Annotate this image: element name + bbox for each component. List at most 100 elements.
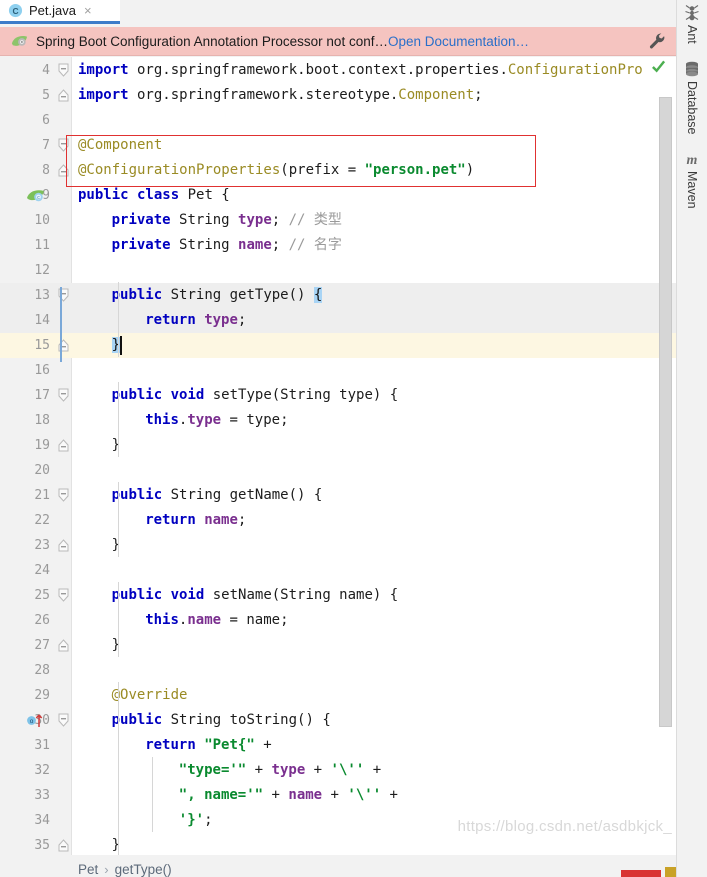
line-number[interactable]: 29 (0, 683, 50, 708)
line-number[interactable]: 22 (0, 508, 50, 533)
code-line[interactable]: 28 (0, 658, 676, 683)
code-line[interactable]: 5 import org.springframework.stereotype.C… (0, 83, 676, 108)
code-text[interactable]: @Override (112, 683, 188, 708)
code-text[interactable]: @Component (78, 133, 162, 158)
line-number[interactable]: 15 (0, 333, 50, 358)
spring-bean-icon[interactable]: c (26, 186, 46, 205)
line-number[interactable]: 28 (0, 658, 50, 683)
line-number[interactable]: 17 (0, 383, 50, 408)
code-line[interactable]: 35} (0, 833, 676, 855)
line-number[interactable]: 34 (0, 808, 50, 833)
fold-toggle-icon[interactable] (58, 488, 69, 503)
breadcrumb-class[interactable]: Pet (78, 863, 98, 877)
code-line[interactable]: 17 public void setType(String type) { (0, 383, 676, 408)
code-text[interactable]: return name; (145, 508, 246, 533)
line-number[interactable]: 35 (0, 833, 50, 855)
line-number[interactable]: 8 (0, 158, 50, 183)
code-text[interactable]: public String getType() { (112, 283, 323, 308)
code-line[interactable]: 16 (0, 358, 676, 383)
rail-item-database[interactable]: Database (683, 60, 701, 134)
line-number[interactable]: 14 (0, 308, 50, 333)
line-number[interactable]: 5 (0, 83, 50, 108)
line-number[interactable]: 7 (0, 133, 50, 158)
fold-toggle-icon[interactable] (58, 838, 69, 853)
line-number[interactable]: 26 (0, 608, 50, 633)
editor-tab-pet-java[interactable]: C Pet.java × (0, 0, 120, 24)
wrench-icon[interactable] (648, 32, 666, 50)
rail-item-ant[interactable]: Ant (683, 4, 701, 44)
line-number[interactable]: 31 (0, 733, 50, 758)
code-line[interactable]: 7 @Component (0, 133, 676, 158)
code-line[interactable]: 20 (0, 458, 676, 483)
code-text[interactable]: return "Pet{" + (145, 733, 271, 758)
fold-toggle-icon[interactable] (58, 438, 69, 453)
close-icon[interactable]: × (84, 4, 92, 17)
rail-item-maven[interactable]: m Maven (683, 150, 701, 209)
line-number[interactable]: 11 (0, 233, 50, 258)
code-line[interactable]: 27} (0, 633, 676, 658)
code-line[interactable]: 32 "type='" + type + '\'' + (0, 758, 676, 783)
fold-toggle-icon[interactable] (58, 138, 69, 153)
code-editor[interactable]: 4 import org.springframework.boot.context… (0, 57, 676, 855)
line-number[interactable]: 18 (0, 408, 50, 433)
code-line[interactable]: 10 private String type; // 类型 (0, 208, 676, 233)
line-number[interactable]: 4 (0, 58, 50, 83)
code-lines[interactable]: 4 import org.springframework.boot.context… (0, 57, 676, 855)
code-text[interactable]: import org.springframework.stereotype.Co… (78, 83, 483, 108)
fold-toggle-icon[interactable] (58, 588, 69, 603)
code-text[interactable]: public String toString() { (112, 708, 331, 733)
code-line[interactable]: 21 public String getName() { (0, 483, 676, 508)
line-number[interactable]: 33 (0, 783, 50, 808)
code-text[interactable]: return type; (145, 308, 246, 333)
code-text[interactable]: ", name='" + name + '\'' + (179, 783, 398, 808)
line-number[interactable]: 13 (0, 283, 50, 308)
line-number[interactable]: 23 (0, 533, 50, 558)
code-line[interactable]: 25 public void setName(String name) { (0, 583, 676, 608)
fold-toggle-icon[interactable] (58, 638, 69, 653)
code-line[interactable]: 4 import org.springframework.boot.context… (0, 58, 676, 83)
line-number[interactable]: 21 (0, 483, 50, 508)
fold-toggle-icon[interactable] (58, 163, 69, 178)
fold-toggle-icon[interactable] (58, 88, 69, 103)
line-number[interactable]: 20 (0, 458, 50, 483)
code-line[interactable]: 6 (0, 108, 676, 133)
code-line[interactable]: 11 private String name; // 名字 (0, 233, 676, 258)
code-text[interactable]: public String getName() { (112, 483, 323, 508)
code-text[interactable]: '}'; (179, 808, 213, 833)
fold-toggle-icon[interactable] (58, 63, 69, 78)
code-line[interactable]: 15} (0, 333, 676, 358)
code-line[interactable]: 31 return "Pet{" + (0, 733, 676, 758)
code-line[interactable]: 18 this.type = type; (0, 408, 676, 433)
line-number[interactable]: 12 (0, 258, 50, 283)
code-text[interactable]: public void setType(String type) { (112, 383, 399, 408)
override-method-icon[interactable]: o (26, 711, 46, 730)
fold-toggle-icon[interactable] (58, 538, 69, 553)
code-text[interactable]: this.name = name; (145, 608, 288, 633)
code-line[interactable]: 24 (0, 558, 676, 583)
line-number[interactable]: 16 (0, 358, 50, 383)
code-line[interactable]: 14 return type; (0, 308, 676, 333)
code-text[interactable]: "type='" + type + '\'' + (179, 758, 381, 783)
fold-toggle-icon[interactable] (58, 388, 69, 403)
vertical-scrollbar[interactable] (659, 96, 672, 728)
open-documentation-link[interactable]: Open Documentation… (388, 34, 529, 49)
code-line[interactable]: 30 o public String toString() { (0, 708, 676, 733)
line-number[interactable]: 24 (0, 558, 50, 583)
green-check-icon[interactable] (651, 59, 666, 79)
code-line[interactable]: 8 @ConfigurationProperties(prefix = "pers… (0, 158, 676, 183)
breadcrumb-method[interactable]: getType() (115, 863, 172, 877)
code-text[interactable]: private String type; // 类型 (112, 208, 342, 233)
code-text[interactable]: @ConfigurationProperties(prefix = "perso… (78, 158, 474, 183)
code-text[interactable]: private String name; // 名字 (112, 233, 342, 258)
code-line[interactable]: 19} (0, 433, 676, 458)
fold-toggle-icon[interactable] (58, 713, 69, 728)
line-number[interactable]: 27 (0, 633, 50, 658)
code-line[interactable]: 26 this.name = name; (0, 608, 676, 633)
line-number[interactable]: 19 (0, 433, 50, 458)
code-line[interactable]: 9 c public class Pet { (0, 183, 676, 208)
code-line[interactable]: 23} (0, 533, 676, 558)
code-line[interactable]: 33 ", name='" + name + '\'' + (0, 783, 676, 808)
code-line[interactable]: 29 @Override (0, 683, 676, 708)
line-number[interactable]: 10 (0, 208, 50, 233)
code-text[interactable]: import org.springframework.boot.context.… (78, 58, 643, 83)
